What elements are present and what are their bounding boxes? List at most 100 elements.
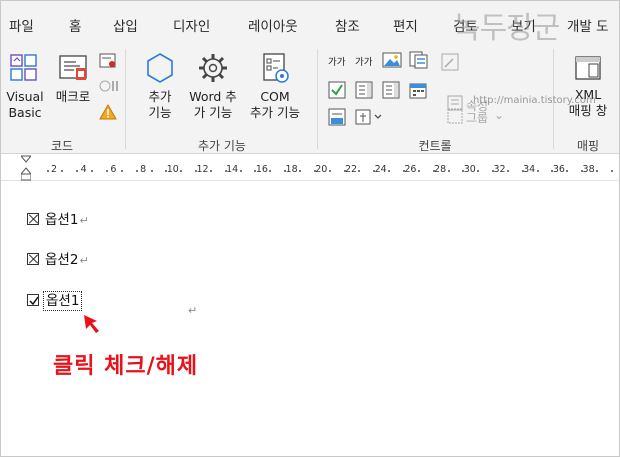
- ruler-tick-dot: [551, 170, 554, 172]
- ruler-tick-label: 10: [166, 164, 179, 175]
- ruler-tick-dot: [135, 170, 138, 172]
- controls-group-label: 컨트롤: [418, 139, 452, 153]
- red-arrow-icon: [84, 315, 99, 333]
- option2-line: 옵션2↵: [27, 248, 89, 268]
- pause-recording-icon[interactable]: [99, 79, 119, 93]
- ruler-tick-dot: [492, 170, 495, 172]
- option3-checkbox-checked[interactable]: [27, 294, 39, 306]
- visual-basic-icon: [10, 54, 37, 81]
- paragraph-mark: ↵: [79, 214, 89, 227]
- ruler-tick-dot: [536, 170, 539, 172]
- ruler-tick-label: 14: [226, 164, 239, 175]
- option1-checkbox[interactable]: [27, 213, 39, 225]
- tab-home[interactable]: 홈: [69, 1, 81, 41]
- com-addins-button[interactable]: COM 추가 기능: [243, 51, 307, 121]
- ruler-tick-label: 8: [140, 164, 147, 175]
- ruler-tick-dot: [596, 170, 599, 172]
- ruler-tick-dot: [61, 170, 64, 172]
- macro-security-icon[interactable]: [99, 104, 117, 120]
- ruler-tick-dot: [328, 170, 331, 172]
- xml-mapping-pane-button[interactable]: XML 매핑 창: [559, 55, 617, 119]
- word-addins-button[interactable]: Word 추 가 기능: [185, 51, 241, 121]
- tab-file[interactable]: 파일: [9, 1, 34, 41]
- ruler-tick-dot: [165, 170, 168, 172]
- group-separator: [553, 49, 554, 149]
- indent-marker-icon[interactable]: [21, 155, 31, 181]
- ruler-tick-dot: [343, 170, 346, 172]
- ruler-tick-label: 6: [110, 164, 117, 175]
- ruler-tick-dot: [91, 170, 94, 172]
- ruler-tick-label: 12: [196, 164, 209, 175]
- date-picker-control-icon[interactable]: [409, 81, 427, 99]
- ruler-tick-label: 20: [315, 164, 328, 175]
- group-button[interactable]: 그룹: [466, 109, 488, 126]
- word-window: 파일 홈 삽입 디자인 레이아웃 참조 편지 검토 보기 개발 도 녹두장군 V…: [0, 0, 620, 457]
- building-block-control-icon[interactable]: [409, 51, 429, 69]
- ruler-tick-label: 32: [493, 164, 506, 175]
- rich-text-control-button[interactable]: 가가: [328, 54, 345, 68]
- gear-icon: [199, 54, 227, 82]
- ruler-tick-dot: [76, 170, 79, 172]
- ruler-tick-dot: [180, 170, 183, 172]
- ruler-tick-dot: [224, 170, 227, 172]
- tab-layout[interactable]: 레이아웃: [248, 1, 298, 41]
- ruler-tick-dot: [299, 170, 302, 172]
- ruler-tick-dot: [105, 170, 108, 172]
- ruler-tick-dot: [284, 170, 287, 172]
- combo-box-control-icon[interactable]: [355, 81, 373, 99]
- tab-references[interactable]: 참조: [335, 1, 360, 41]
- ruler-tick-dot: [388, 170, 391, 172]
- option1-line: 옵션1↵: [27, 208, 89, 228]
- tab-view[interactable]: 보기: [511, 1, 536, 41]
- xml-mapping-icon: [575, 56, 601, 80]
- ruler-tick-label: 34: [523, 164, 536, 175]
- group-dropdown-chevron-icon[interactable]: ⌄: [494, 108, 504, 122]
- addins-button[interactable]: 추가 기능: [135, 51, 185, 121]
- com-addins-icon: [263, 53, 289, 83]
- ruler-scale: 2 4 6 8 10 12 14 16 18 20 22 24 26 28 30 32 34 36 38: [1, 159, 619, 175]
- legacy-tools-icon[interactable]: [355, 108, 385, 126]
- option2-label: 옵션2: [45, 252, 79, 268]
- ruler-tick-dot: [120, 170, 123, 172]
- ribbon-tab-bar: 파일 홈 삽입 디자인 레이아웃 참조 편지 검토 보기 개발 도 녹두장군: [1, 1, 619, 46]
- ruler-tick-dot: [432, 170, 435, 172]
- ruler-tick-dot: [417, 170, 420, 172]
- ruler-tick-dot: [150, 170, 153, 172]
- ruler-tick-dot: [373, 170, 376, 172]
- record-macro-icon[interactable]: [99, 53, 117, 69]
- ruler-tick-dot: [46, 170, 49, 172]
- document-page[interactable]: 옵션1↵ 옵션2↵ 옵션1 ↵ 클릭 체크/해제: [1, 182, 619, 456]
- ruler-tick-label: 26: [404, 164, 417, 175]
- ruler-tick-label: 2: [50, 164, 58, 175]
- ruler-tick-label: 16: [255, 164, 268, 175]
- option3-label[interactable]: 옵션1: [42, 291, 83, 311]
- tab-developer[interactable]: 개발 도: [567, 1, 609, 41]
- mapping-group-label: 매핑: [576, 139, 600, 153]
- ruler-tick-label: 28: [434, 164, 447, 175]
- option2-checkbox[interactable]: [27, 253, 39, 265]
- picture-control-icon[interactable]: [382, 52, 402, 68]
- dropdown-list-control-icon[interactable]: [382, 81, 400, 99]
- ruler-tick-dot: [269, 170, 272, 172]
- option3-line: 옵션1: [27, 289, 83, 311]
- addins-hexagon-icon: [147, 53, 173, 83]
- tab-mailings[interactable]: 편지: [393, 1, 418, 41]
- ruler-tick-dot: [313, 170, 316, 172]
- visual-basic-button[interactable]: Visual Basic: [3, 51, 47, 121]
- tab-review[interactable]: 검토: [453, 1, 478, 41]
- ruler-tick-label: 36: [552, 164, 565, 175]
- callout-text: 클릭 체크/해제: [53, 354, 199, 379]
- tab-insert[interactable]: 삽입: [113, 1, 138, 41]
- macros-button[interactable]: 매크로: [51, 51, 95, 105]
- tab-design[interactable]: 디자인: [173, 1, 210, 41]
- checkbox-control-icon[interactable]: [328, 81, 346, 99]
- repeating-section-control-icon[interactable]: [328, 108, 346, 126]
- ruler-tick-dot: [566, 170, 569, 172]
- plain-text-control-button[interactable]: 가가: [355, 54, 372, 68]
- group-separator: [125, 49, 126, 149]
- ruler-tick-label: 38: [582, 164, 595, 175]
- group-icon[interactable]: [447, 108, 463, 124]
- design-mode-icon[interactable]: [441, 53, 459, 71]
- horizontal-ruler[interactable]: 2 4 6 8 10 12 14 16 18 20 22 24 26 28 30 32 34 36 38: [1, 155, 619, 181]
- ruler-tick-dot: [254, 170, 257, 172]
